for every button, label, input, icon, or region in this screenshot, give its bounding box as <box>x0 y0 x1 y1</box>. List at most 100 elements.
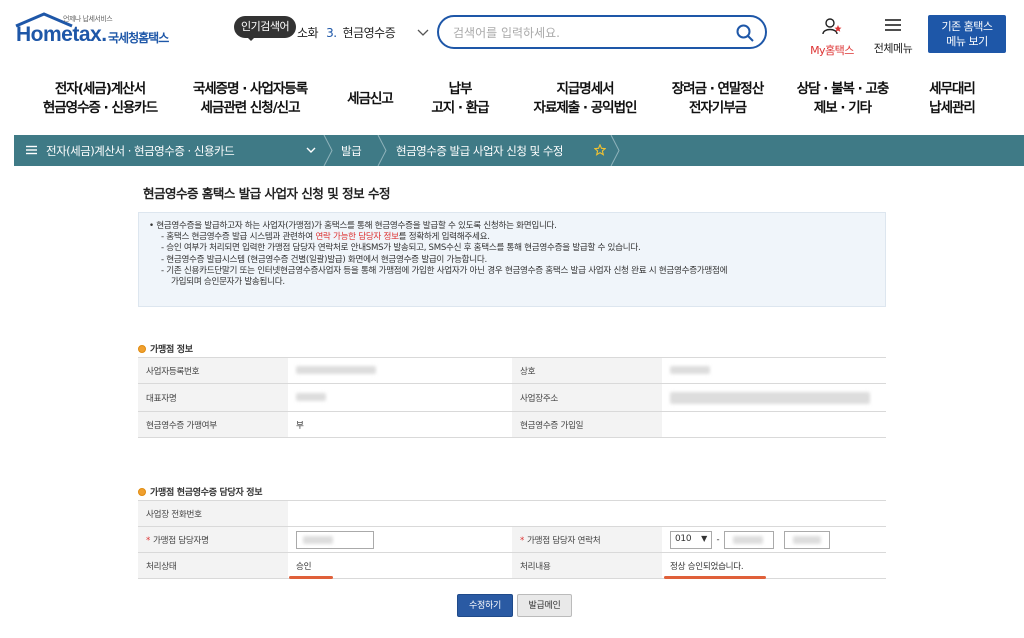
gnb-item-certificate[interactable]: 국세증명 · 사업자등록 세금관련 신청/신고 <box>180 80 320 118</box>
gnb-item-line2: 고지 · 환급 <box>431 100 489 116</box>
chevron-down-icon[interactable] <box>417 29 429 37</box>
notice-highlight: 연락 가능한 담당자 정보 <box>315 232 399 243</box>
issue-main-button[interactable]: 발급메인 <box>517 594 572 617</box>
gnb-item-line1: 국세증명 · 사업자등록 <box>192 81 308 97</box>
notice-box: • 현금영수증을 발급하고자 하는 사업자(가맹점)가 홈택스를 통해 현금영수… <box>138 212 886 307</box>
notice-line: 가입되며 승인문자가 발송됩니다. <box>171 277 285 288</box>
table-row: 사업자등록번호 상호 <box>138 357 886 384</box>
masked-value <box>303 535 333 544</box>
table-row: 대표자명 사업장주소 <box>138 383 886 412</box>
notice-line: • 현금영수증을 발급하고자 하는 사업자(가맹점)가 홈택스를 통해 현금영수… <box>149 221 557 231</box>
result-label: 처리내용 <box>512 552 662 579</box>
popular-term-rank: 3. <box>326 26 337 40</box>
notice-line: - 기존 신용카드단말기 또는 인터넷현금영수증사업자 등을 통해 가맹점에 가… <box>161 265 728 276</box>
chevron-down-icon[interactable] <box>306 147 316 154</box>
popular-term-prefix: 소화 <box>297 26 319 40</box>
breadcrumb-separator <box>377 135 387 166</box>
gnb-item-consult[interactable]: 상담 · 불복 · 고충 제보 · 기타 <box>785 80 900 118</box>
gnb-item-line1: 장려금 · 연말정산 <box>671 81 764 97</box>
biz-no-label: 사업자등록번호 <box>138 357 288 384</box>
gnb-item-line1: 지급명세서 <box>556 81 614 97</box>
biz-phone-value <box>288 500 886 527</box>
gnb-item-line1: 전자(세금)계산서 <box>54 81 146 97</box>
gnb-item-line1: 세무대리 <box>929 81 976 97</box>
manager-name-cell <box>288 526 512 553</box>
masked-value <box>670 391 870 404</box>
popular-tag-tail <box>246 36 256 41</box>
notice-line: - 승인 여부가 처리되면 입력한 가맹점 담당자 연락처로 안내SMS가 발송… <box>161 243 641 254</box>
old-menu-line2: 메뉴 보기 <box>946 35 988 48</box>
popular-search-tag: 인기검색어 <box>234 16 297 38</box>
biz-no-value <box>288 357 512 384</box>
joined-label: 현금영수증 가맹여부 <box>138 411 288 438</box>
all-menu-button[interactable]: 전체메뉴 <box>866 17 920 56</box>
section-title-manager: 가맹점 현금영수증 담당자 정보 <box>138 485 263 498</box>
table-row: 현금영수증 가맹여부 부 현금영수증 가입일 <box>138 411 886 438</box>
save-button[interactable]: 수정하기 <box>457 594 513 617</box>
masked-value <box>296 393 326 401</box>
manager-contact-cell: 010 ▼ - <box>662 526 886 553</box>
address-value <box>662 383 886 412</box>
highlight-underline-status <box>289 576 333 579</box>
trade-name-label: 상호 <box>512 357 662 384</box>
search-box <box>437 15 767 49</box>
page: 언제나 납세서비스 Hometax. 국세청홈택스 인기검색어 소화 3. 현금영수… <box>0 0 1024 638</box>
popular-search-term[interactable]: 소화 3. 현금영수증 <box>297 24 432 41</box>
gnb-item-line2: 현금영수증 · 신용카드 <box>42 100 158 116</box>
myhome-link[interactable]: My홈택스 <box>802 17 862 58</box>
gnb-item-tax-agent[interactable]: 세무대리 납세관리 <box>912 80 992 118</box>
user-star-icon <box>822 18 842 35</box>
myhome-label: My홈택스 <box>810 44 854 57</box>
gnb-item-line2: 세금관련 신청/신고 <box>200 100 301 116</box>
bullet-icon <box>138 345 146 353</box>
gnb-item-line1: 상담 · 불복 · 고충 <box>796 81 890 97</box>
phone-last-input[interactable] <box>784 530 831 549</box>
manager-contact-label: * 가맹점 담당자 연락처 <box>512 526 662 553</box>
address-label: 사업장주소 <box>512 383 662 412</box>
popular-term-text: 현금영수증 <box>342 26 396 40</box>
breadcrumb-separator <box>323 135 333 166</box>
page-title: 현금영수증 홈택스 발급 사업자 신청 및 정보 수정 <box>143 186 390 201</box>
logo-subtitle: 국세청홈택스 <box>108 31 169 45</box>
masked-value <box>296 366 376 374</box>
manager-name-input[interactable] <box>296 530 374 549</box>
masked-value <box>670 366 710 374</box>
trade-name-value <box>662 357 886 384</box>
phone-middle-input[interactable] <box>723 530 774 549</box>
merchant-info-table: 사업자등록번호 상호 대표자명 사업장주소 현금영수증 가맹여부 부 현금영수증… <box>138 357 886 438</box>
table-row: 사업장 전화번호 <box>138 500 886 527</box>
biz-phone-label: 사업장 전화번호 <box>138 500 288 527</box>
hometax-logo[interactable]: 언제나 납세서비스 Hometax. 국세청홈택스 <box>15 12 186 50</box>
old-hometax-menu-button[interactable]: 기존 홈택스 메뉴 보기 <box>928 15 1006 53</box>
manager-info-table: 사업장 전화번호 * 가맹점 담당자명 * 가맹점 담당자 연락처 010 ▼ - 처… <box>138 500 886 579</box>
search-input[interactable] <box>453 23 713 43</box>
gnb-item-payment[interactable]: 납부 고지 · 환급 <box>420 80 500 118</box>
menu-icon[interactable] <box>26 145 37 155</box>
star-icon[interactable] <box>594 144 606 156</box>
required-mark: * <box>520 535 524 546</box>
main-navigation: 전자(세금)계산서 현금영수증 · 신용카드 국세증명 · 사업자등록 세금관련… <box>0 72 1024 132</box>
gnb-item-statement[interactable]: 지급명세서 자료제출 · 공익법인 <box>520 80 650 118</box>
hamburger-icon <box>885 19 901 31</box>
phone-prefix-select[interactable]: 010 ▼ <box>670 530 712 549</box>
breadcrumb-level1[interactable]: 전자(세금)계산서 · 현금영수증 · 신용카드 <box>46 143 235 159</box>
gnb-item-line2: 제보 · 기타 <box>813 100 872 116</box>
all-menu-label: 전체메뉴 <box>873 42 913 55</box>
chevron-down-icon: ▼ <box>701 533 707 543</box>
gnb-item-incentive[interactable]: 장려금 · 연말정산 전자기부금 <box>660 80 775 118</box>
join-date-label: 현금영수증 가입일 <box>512 411 662 438</box>
breadcrumb-level2[interactable]: 발급 <box>341 143 362 159</box>
breadcrumb-level3: 현금영수증 발급 사업자 신청 및 수정 <box>396 144 563 158</box>
phone-dash: - <box>716 535 720 545</box>
search-icon[interactable] <box>735 23 755 43</box>
masked-value <box>793 535 822 544</box>
notice-line: - 현금영수증 발급시스템 (현금영수증 건별(일괄)발급) 화면에서 현금영수… <box>161 254 487 265</box>
gnb-item-tax-return[interactable]: 세금신고 <box>335 90 405 109</box>
join-date-value <box>662 411 886 438</box>
old-menu-line1: 기존 홈택스 <box>941 20 993 33</box>
gnb-item-einvoice[interactable]: 전자(세금)계산서 현금영수증 · 신용카드 <box>30 80 170 118</box>
notice-text: 를 정확하게 입력해주세요. <box>398 232 490 243</box>
bullet-icon <box>138 488 146 496</box>
status-label: 처리상태 <box>138 552 288 579</box>
header: 언제나 납세서비스 Hometax. 국세청홈택스 인기검색어 소화 3. 현금영수… <box>0 0 1024 68</box>
